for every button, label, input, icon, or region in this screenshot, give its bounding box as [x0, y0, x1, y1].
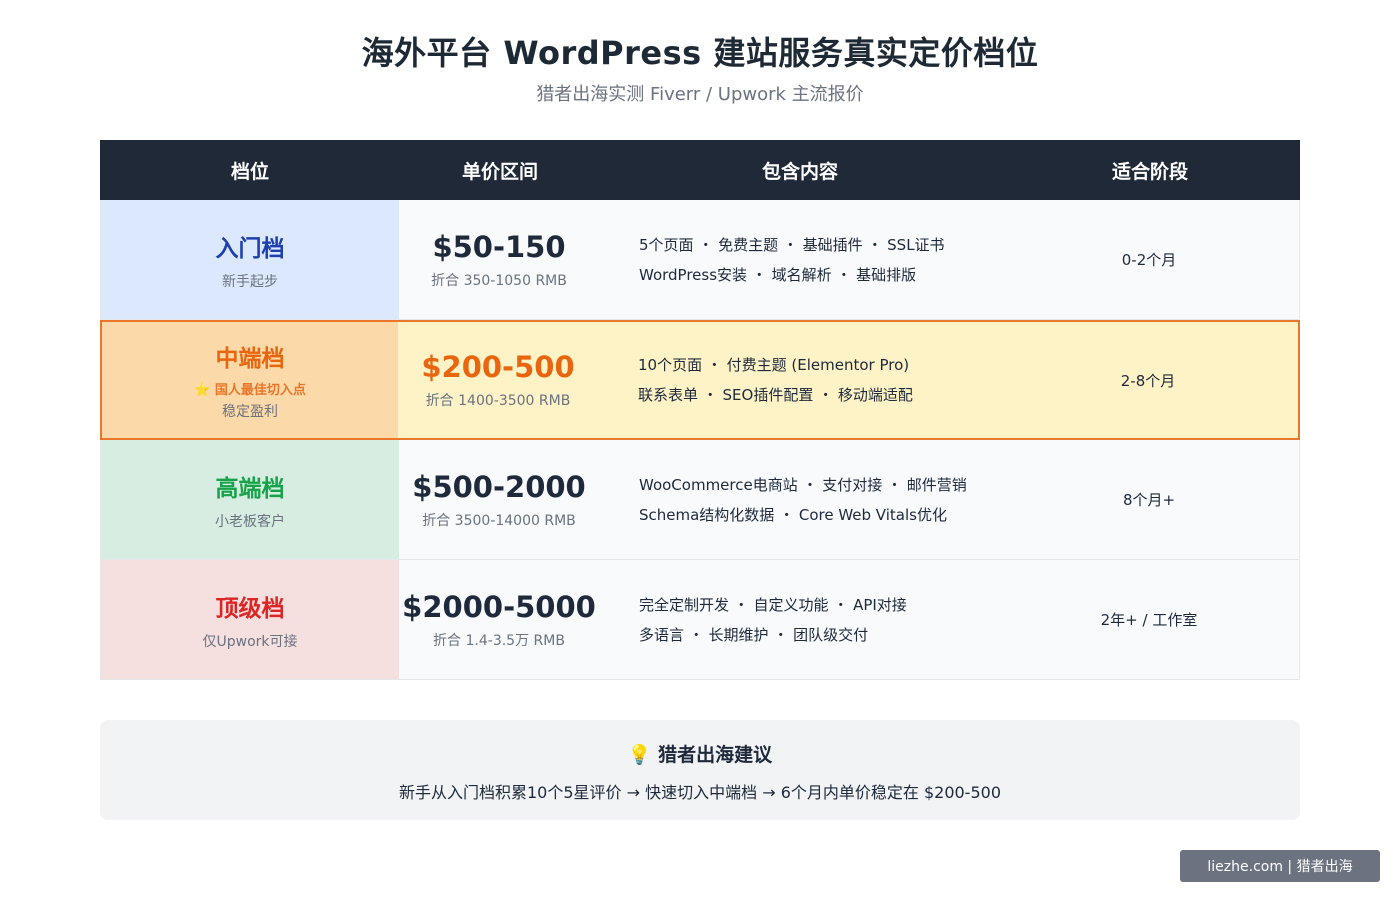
content-line: 完全定制开发 ・ 自定义功能 ・ API对接: [639, 595, 907, 614]
row-detail: $500-2000 折合 3500-14000 RMB WooCommerce电商站…: [399, 440, 1299, 559]
page-title: 海外平台 WordPress 建站服务真实定价档位: [361, 34, 1039, 72]
price-cell: $2000-5000 折合 1.4-3.5万 RMB: [399, 560, 599, 679]
tier-cell: 顶级档仅Upwork可接: [101, 560, 399, 679]
price-range: $500-2000: [412, 469, 586, 504]
tier-cell: 中端档 ⭐ 国人最佳切入点 稳定盈利: [102, 322, 398, 438]
tier-cell: 入门档 新手起步: [101, 200, 399, 319]
tier-tag: ⭐ 国人最佳切入点: [194, 383, 306, 398]
row-detail: $50-150 折合 350-1050 RMB 5个页面 ・ 免费主题 ・ 基础插件…: [399, 200, 1299, 319]
content-line: WooCommerce电商站 ・ 支付对接 ・ 邮件营销: [639, 475, 967, 494]
row-detail: $2000-5000 折合 1.4-3.5万 RMB 完全定制开发 ・ 自定义功能 …: [399, 560, 1299, 679]
table-row: 中端档 ⭐ 国人最佳切入点 稳定盈利 $200-500 折合 1400-3500 RMB…: [100, 320, 1300, 440]
price-rmb: 折合 1.4-3.5万 RMB: [433, 632, 565, 649]
advice-box: 💡 猎者出海建议 新手从入门档积累10个5星评价 → 快速切入中端档 → 6个月…: [100, 720, 1300, 820]
table-body: 入门档新手起步 $50-150 折合 350-1050 RMB 5个页面 ・ 免费主题…: [100, 200, 1300, 680]
price-range: $200-500: [421, 350, 575, 384]
tier-note: 小老板客户: [215, 513, 285, 530]
content-line: WordPress安装 ・ 域名解析 ・ 基础排版: [639, 265, 917, 284]
table-row: 顶级档 仅Upwork可接 $2000-5000 折合 1.4-3.5万 RMB 完全定…: [100, 560, 1300, 680]
price-rmb: 折合 3500-14000 RMB: [422, 512, 576, 529]
content-line: 10个页面 ・ 付费主题 (Elementor Pro): [638, 356, 910, 374]
pricing-table: 档位 单价区间 包含内容 适合阶段 入门档新手起步 $50-150 折合 350-1…: [100, 140, 1300, 680]
content-cell: 完全定制开发 ・ 自定义功能 ・ API对接 多语言 ・ 长期维护 ・ 团队级交付: [599, 560, 999, 679]
tier-note: 稳定盈利: [222, 404, 278, 420]
price-cell: $200-500 折合 1400-3500 RMB: [398, 322, 598, 438]
price-rmb: 折合 350-1050 RMB: [431, 272, 567, 289]
tier-name: 顶级档: [215, 595, 285, 622]
price-cell: $50-150 折合 350-1050 RMB: [399, 200, 599, 319]
header-content: 包含内容: [761, 160, 838, 183]
tier-note: 新手起步: [222, 273, 278, 290]
page-subtitle: 猎者出海实测 Fiverr / Upwork 主流报价: [536, 84, 864, 105]
content-line: 联系表单 ・ SEO插件配置 ・ 移动端适配: [638, 386, 913, 404]
header-stage: 适合阶段: [1111, 160, 1188, 183]
content-line: 多语言 ・ 长期维护 ・ 团队级交付: [639, 625, 869, 644]
content-cell: 5个页面 ・ 免费主题 ・ 基础插件 ・ SSL证书 WordPress安装 ・ …: [599, 200, 999, 319]
tier-cell: 高端档 小老板客户: [101, 440, 399, 559]
price-rmb: 折合 1400-3500 RMB: [425, 393, 571, 409]
price-range: $50-150: [432, 229, 566, 264]
content-cell: WooCommerce电商站 ・ 支付对接 ・ 邮件营销 Schema结构化数据 …: [599, 440, 999, 559]
watermark-badge: liezhe.com | 猎者出海: [1180, 850, 1380, 882]
row-detail: $200-500 折合 1400-3500 RMB 10个页面 ・ 付费主题 (El…: [398, 322, 1298, 438]
tier-name: 高端档: [215, 475, 285, 502]
price-range: $2000-5000: [402, 589, 596, 624]
stage-cell: 0-2个月: [1121, 251, 1177, 269]
tier-name: 入门档: [215, 235, 285, 262]
content-cell: 10个页面 ・ 付费主题 (Elementor Pro) 联系表单 ・ SEO插件…: [598, 322, 998, 438]
tier-note: 仅Upwork可接: [202, 633, 298, 650]
stage-cell: 2-8个月: [1120, 371, 1176, 390]
advice-title: 💡 猎者出海建议: [627, 744, 773, 766]
table-header: 档位 单价区间 包含内容 适合阶段: [100, 140, 1300, 200]
tier-name: 中端档: [215, 346, 285, 372]
content-line: Schema结构化数据 ・ Core Web Vitals优化: [639, 505, 947, 524]
advice-body: 新手从入门档积累10个5星评价 → 快速切入中端档 → 6个月内单价稳定在 $2…: [399, 783, 1001, 802]
content-line: 5个页面 ・ 免费主题 ・ 基础插件 ・ SSL证书: [639, 235, 945, 254]
price-cell: $500-2000 折合 3500-14000 RMB: [399, 440, 599, 559]
table-row: 高端档小老板客户 $500-2000 折合 3500-14000 RMB WooCom…: [100, 440, 1300, 560]
table-row: 入门档新手起步 $50-150 折合 350-1050 RMB 5个页面 ・ 免费主题…: [100, 200, 1300, 320]
header-tier: 档位: [230, 160, 269, 183]
header-price: 单价区间: [461, 160, 538, 183]
stage-cell: 2年+ / 工作室: [1100, 611, 1198, 629]
stage-cell: 8个月+: [1122, 491, 1176, 509]
